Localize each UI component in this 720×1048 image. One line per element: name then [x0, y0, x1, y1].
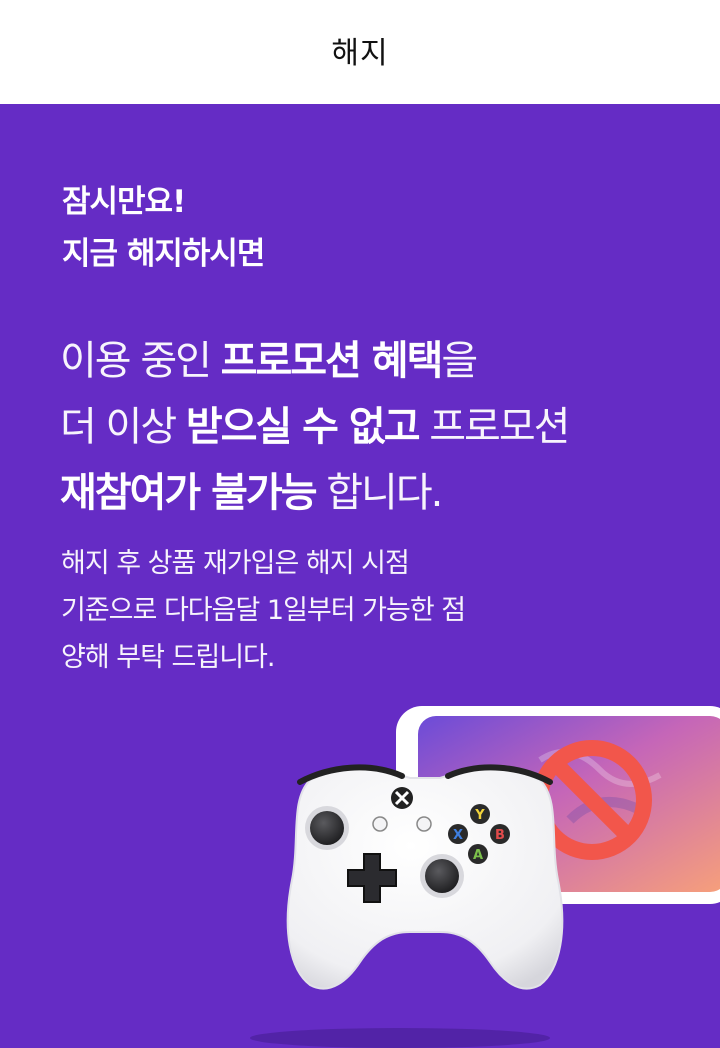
button-y-label: Y: [474, 808, 485, 823]
xbox-guide-icon: [391, 787, 413, 809]
notice-line-2-c: 프로모션: [418, 404, 570, 450]
intro-line-2: 지금 해지하시면: [62, 236, 265, 272]
rejoin-info-line-2: 기준으로 다다음달 1일부터 가능한 점: [61, 595, 466, 626]
button-a-label: A: [473, 848, 483, 863]
button-b-label: B: [495, 828, 505, 843]
top-bar: 해지: [0, 0, 720, 104]
rejoin-info-line-1: 해지 후 상품 재가입은 해지 시점: [61, 548, 410, 579]
notice-line-1-c: 을: [441, 338, 478, 384]
rejoin-info-line-3: 양해 부탁 드립니다.: [61, 642, 275, 673]
intro-line-1: 잠시만요!: [62, 184, 186, 220]
controller-phone-illustration: Y B A X: [240, 700, 720, 1048]
notice-highlight-no-rejoin: 재참여가 불가능: [60, 470, 318, 516]
notice-line-3-b: 합니다.: [315, 470, 443, 516]
illustration-svg: Y B A X: [250, 706, 720, 1048]
notice-line-1: 이용 중인 프로모션 혜택을: [60, 328, 568, 394]
left-stick: [305, 806, 349, 850]
xbox-controller: Y B A X: [250, 764, 564, 1048]
cancellation-notice: 잠시만요! 지금 해지하시면 이용 중인 프로모션 혜택을 더 이상 받으실 수…: [0, 104, 720, 1048]
right-stick: [420, 854, 464, 898]
notice-line-3: 재참여가 불가능 합니다.: [60, 460, 568, 526]
button-x-label: X: [453, 828, 463, 843]
rejoin-info: 해지 후 상품 재가입은 해지 시점 기준으로 다다음달 1일부터 가능한 점 …: [61, 540, 466, 681]
notice-highlight-benefit: 프로모션 혜택: [220, 338, 444, 384]
notice-line-2-a: 더 이상: [60, 404, 186, 450]
notice-line-1-a: 이용 중인: [60, 338, 221, 384]
notice-line-2: 더 이상 받으실 수 없고 프로모션: [60, 394, 570, 460]
intro-heading: 잠시만요! 지금 해지하시면: [62, 176, 265, 280]
page-title: 해지: [331, 36, 389, 71]
notice-message: 이용 중인 프로모션 혜택을 더 이상 받으실 수 없고 프로모션 재참여가 불…: [60, 328, 570, 526]
notice-highlight-unavailable: 받으실 수 없고: [185, 404, 421, 450]
